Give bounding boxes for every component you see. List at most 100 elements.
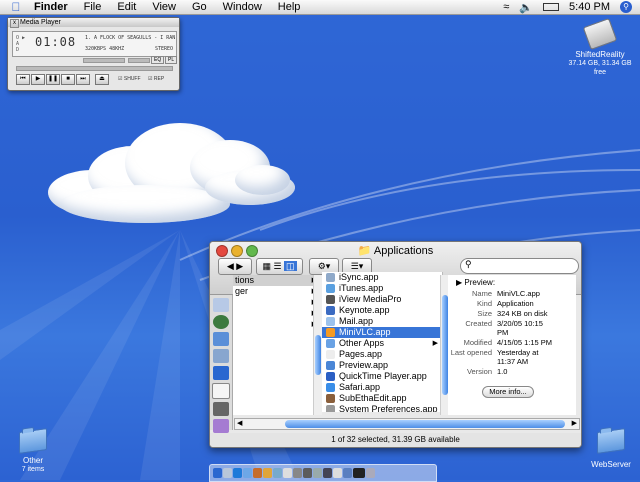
ichat-dock-icon[interactable] [253,468,262,478]
dashboard-dock-icon[interactable] [223,468,232,478]
playlist-button[interactable]: PL [165,56,178,64]
horizontal-scrollbar[interactable]: ◀ ▶ [234,418,580,430]
home-folder-icon[interactable] [213,349,229,363]
eq-button[interactable]: EQ [151,56,165,64]
bitrate: 320KBPS 48KHZ [85,46,125,52]
network-icon[interactable] [213,315,229,329]
battery-icon[interactable] [543,3,560,11]
menu-view[interactable]: View [144,1,184,13]
list-item[interactable]: tions▶ [233,275,321,286]
folder-name: WebServer [591,460,631,469]
scroll-left-icon[interactable]: ◀ [237,419,242,427]
list-item[interactable]: Other Apps ▶ [322,338,442,349]
apple-menu-icon[interactable]:  [6,0,26,14]
app-icon [326,339,335,348]
media-player-titlebar[interactable]: x Media Player [8,18,179,28]
scroll-right-icon[interactable]: ▶ [572,419,577,427]
itunes-dock-icon[interactable] [273,468,282,478]
list-item[interactable]: ▶ [233,319,321,330]
list-item[interactable]: Mail.app [322,316,442,327]
list-item[interactable]: Keynote.app [322,305,442,316]
minimized-window-dock-icon[interactable] [353,468,365,478]
list-item[interactable]: Safari.app [322,382,442,393]
menu-bar:  Finder File Edit View Go Window Help ≈… [0,0,640,15]
seek-bar[interactable] [16,66,173,71]
list-item[interactable]: System Preferences.app [322,404,442,412]
eject-icon[interactable]: ⏏ [95,74,109,85]
more-info-button[interactable]: More info... [482,386,534,398]
list-item[interactable]: Pages.app [322,349,442,360]
list-item[interactable]: iView MediaPro [322,294,442,305]
spotlight-icon[interactable]: ⚲ [620,1,632,13]
list-item[interactable]: ger▶ [233,286,321,297]
app-icon [326,383,335,392]
list-item-label: Mail.app [339,316,374,326]
safari-dock-icon[interactable] [233,468,242,478]
repeat-toggle[interactable]: ☑ REP [148,76,164,82]
list-item[interactable]: ▶ [233,308,321,319]
preview-dock-icon[interactable] [293,468,302,478]
disk-info: 37.14 GB, 31.34 GB free [568,60,632,76]
list-item[interactable]: iTunes.app [322,283,442,294]
ical-dock-icon[interactable] [283,468,292,478]
balance-slider[interactable] [128,58,150,63]
preview-field-value: 11:37 AM [497,357,529,366]
mail-dock-icon[interactable] [243,468,252,478]
list-item[interactable]: SubEthaEdit.app [322,393,442,404]
preview-field-label: Version [466,367,492,376]
menu-help[interactable]: Help [270,1,309,13]
disk-icon-shiftedreality[interactable]: ShiftedReality 37.14 GB, 31.34 GB free [563,17,637,77]
trash-dock-icon[interactable] [366,468,375,478]
finder-dock-icon[interactable] [213,468,222,478]
terminal-dock-icon[interactable] [303,468,312,478]
list-item[interactable]: MiniVLC.app [322,327,442,338]
app-icon [326,350,335,359]
media-player-title: Media Player [20,19,61,26]
media-player-window[interactable]: x Media Player O ▶ A D 01:08 1. A FLOCK OF… [7,17,180,91]
documents-icon[interactable] [212,383,230,399]
volume-icon[interactable]: 🔈 [519,1,533,14]
play-icon[interactable]: ▶ [31,74,45,85]
textedit-dock-icon[interactable] [333,468,342,478]
volume-slider[interactable] [83,58,125,63]
search-input[interactable]: ⚲ [460,258,579,274]
previous-icon[interactable]: ⏮ [16,74,30,85]
scrollbar[interactable] [313,275,322,415]
list-item[interactable]: Preview.app [322,360,442,371]
app-icon [326,284,335,293]
shuffle-toggle[interactable]: ☑ SHUFF [118,76,141,82]
folder-icon-webserver[interactable]: WebServer [588,428,634,469]
app-dock-icon[interactable] [343,468,352,478]
finder-window[interactable]: 📁 Applications ◀ ▶ ▦ ☰ ◫ ⚙▾ ☰▾ ⚲ tions▶ … [209,241,582,448]
system-prefs-dock-icon[interactable] [313,468,322,478]
pause-icon[interactable]: ❚❚ [46,74,60,85]
desktop-icon[interactable] [213,332,229,346]
transport-controls: ⏮ ▶ ❚❚ ■ ⏭ ⏏ [16,74,109,85]
view-mode-buttons[interactable]: ▦ ☰ ◫ [256,258,303,275]
preview-field-value: PM [497,328,509,337]
address-book-dock-icon[interactable] [263,468,272,478]
list-item[interactable]: QuickTime Player.app [322,371,442,382]
applications-icon[interactable] [213,366,229,380]
menu-window[interactable]: Window [215,1,270,13]
next-icon[interactable]: ⏭ [76,74,90,85]
app-dock-icon[interactable] [323,468,332,478]
hard-disk-icon [582,17,618,51]
movies-icon[interactable] [213,402,229,416]
menu-clock[interactable]: 5:40 PM [569,1,610,13]
back-forward-buttons[interactable]: ◀ ▶ [218,258,252,275]
list-item[interactable]: ▶ [233,297,321,308]
close-icon[interactable]: x [10,19,19,28]
menu-app-name[interactable]: Finder [26,1,76,13]
home-icon[interactable] [213,298,229,312]
music-icon[interactable] [213,419,229,433]
menu-edit[interactable]: Edit [109,1,144,13]
wifi-icon[interactable]: ≈ [503,1,509,13]
list-item[interactable]: iSync.app [322,272,442,283]
menu-file[interactable]: File [76,1,110,13]
folder-icon-other[interactable]: Other 7 items [10,428,56,474]
app-icon [326,306,335,315]
stop-icon[interactable]: ■ [61,74,75,85]
menu-go[interactable]: Go [184,1,215,13]
status-bar: 1 of 32 selected, 31.39 GB available [210,433,581,447]
